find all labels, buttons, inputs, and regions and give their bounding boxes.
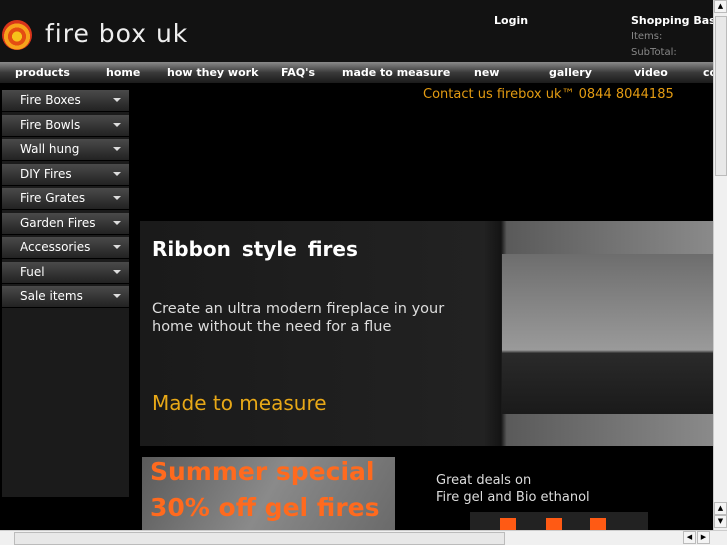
- nav-new[interactable]: new: [474, 66, 499, 79]
- scroll-right-icon[interactable]: ▶: [697, 531, 710, 544]
- nav-products[interactable]: products: [15, 66, 70, 79]
- scroll-down-icon[interactable]: ▼: [714, 515, 727, 528]
- nav-how-they-work[interactable]: how they work: [167, 66, 258, 79]
- chevron-down-icon: [113, 98, 121, 102]
- scroll-up-icon[interactable]: ▲: [714, 502, 727, 515]
- promo-line-1: Summer special: [150, 457, 375, 486]
- sidebar-item-fire-bowls[interactable]: Fire Bowls: [2, 114, 129, 137]
- promo-line-2: 30% off gel fires: [150, 493, 380, 522]
- sidebar-item-fire-grates[interactable]: Fire Grates: [2, 188, 129, 210]
- sidebar-item-fuel[interactable]: Fuel: [2, 261, 129, 284]
- gel-can: [500, 518, 516, 530]
- chevron-down-icon: [113, 245, 121, 249]
- deals-text: Great deals on Fire gel and Bio ethanol: [436, 472, 590, 506]
- deals-line-2: Fire gel and Bio ethanol: [436, 490, 590, 505]
- room-photo: [502, 254, 713, 414]
- site-header: fire box uk Login Shopping Basket Items:…: [0, 0, 727, 62]
- nav-video[interactable]: video: [634, 66, 668, 79]
- scroll-up-icon[interactable]: ▲: [714, 0, 727, 13]
- sidebar-item-wall-hung[interactable]: Wall hung: [2, 139, 129, 161]
- main-nav: products home how they work FAQ's made t…: [0, 62, 713, 83]
- chevron-down-icon: [113, 220, 121, 225]
- sidebar-item-label: Sale items: [20, 289, 83, 303]
- chevron-down-icon: [113, 122, 121, 127]
- logo-text[interactable]: fire box uk: [45, 19, 188, 48]
- chevron-down-icon: [113, 294, 121, 298]
- sidebar-item-fire-boxes[interactable]: Fire Boxes: [2, 90, 129, 112]
- sidebar-item-label: Fire Boxes: [20, 93, 81, 107]
- gel-fuel-image[interactable]: [470, 512, 648, 530]
- nav-gallery[interactable]: gallery: [549, 66, 592, 79]
- gel-can: [546, 518, 562, 530]
- nav-faqs[interactable]: FAQ's: [281, 66, 315, 79]
- banner-made-to-measure: Made to measure: [152, 391, 327, 415]
- basket-items-label: Items:: [631, 31, 663, 42]
- nav-contact[interactable]: contact: [703, 66, 713, 79]
- gel-can: [590, 518, 606, 530]
- nav-home[interactable]: home: [106, 66, 140, 79]
- deals-line-1: Great deals on: [436, 473, 532, 488]
- contact-phone: Contact us firebox uk™ 0844 8044185: [423, 87, 674, 102]
- sidebar-item-label: Fire Grates: [20, 191, 86, 205]
- basket-subtotal-label: SubTotal:: [631, 47, 677, 58]
- chevron-down-icon: [113, 147, 121, 151]
- sidebar-item-sale-items[interactable]: Sale items: [2, 286, 129, 308]
- horizontal-scrollbar[interactable]: ◀ ▶: [0, 530, 727, 545]
- sidebar-item-label: Fire Bowls: [20, 117, 81, 132]
- chevron-down-icon: [113, 269, 121, 274]
- ribbon-fires-banner[interactable]: Ribbon style fires Create an ultra moder…: [140, 221, 713, 446]
- logo-swirl-icon[interactable]: [2, 20, 32, 50]
- sidebar-item-label: Accessories: [20, 240, 91, 254]
- scroll-left-icon[interactable]: ◀: [683, 531, 696, 544]
- login-link[interactable]: Login: [494, 14, 528, 27]
- sidebar-item-garden-fires[interactable]: Garden Fires: [2, 212, 129, 235]
- sidebar-item-diy-fires[interactable]: DIY Fires: [2, 163, 129, 186]
- sidebar-item-label: DIY Fires: [20, 166, 72, 181]
- sidebar-item-accessories[interactable]: Accessories: [2, 237, 129, 259]
- horizontal-scroll-thumb[interactable]: [14, 532, 505, 545]
- chevron-down-icon: [113, 171, 121, 176]
- sidebar-item-label: Garden Fires: [20, 215, 96, 230]
- product-sidebar: Fire Boxes Fire Bowls Wall hung DIY Fire…: [2, 90, 129, 497]
- sidebar-item-label: Wall hung: [20, 142, 80, 156]
- summer-special-promo[interactable]: Summer special 30% off gel fires: [142, 457, 395, 530]
- nav-made-to-measure[interactable]: made to measure: [342, 66, 450, 79]
- chevron-down-icon: [113, 196, 121, 200]
- vertical-scroll-thumb[interactable]: [715, 16, 727, 176]
- sidebar-item-label: Fuel: [20, 264, 45, 279]
- banner-title: Ribbon style fires: [152, 237, 358, 261]
- vertical-scrollbar[interactable]: ▲ ▲ ▼: [713, 0, 727, 530]
- banner-description: Create an ultra modern fireplace in your…: [152, 301, 445, 335]
